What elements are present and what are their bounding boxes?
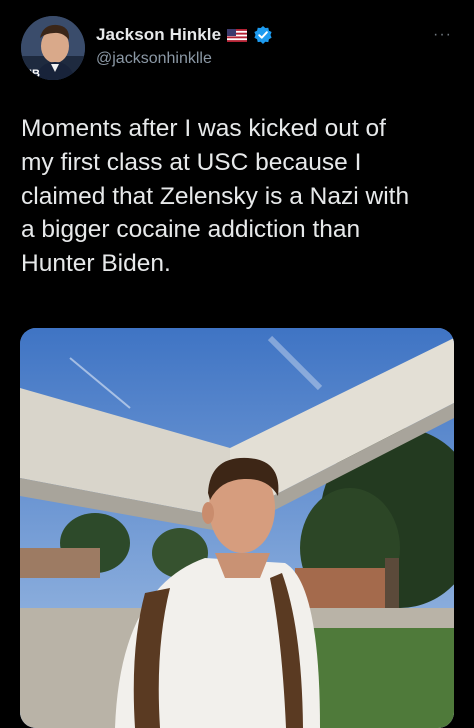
name-row: Jackson Hinkle [96, 25, 273, 45]
avatar-initials: HB [24, 68, 40, 80]
tweet-header: HB Jackson Hinkle @jacksonhinklle ··· [0, 0, 474, 100]
author-handle[interactable]: @jacksonhinklle [96, 50, 212, 68]
tweet-photo[interactable] [20, 328, 454, 728]
tweet-text: Moments after I was kicked out of my fir… [21, 115, 410, 278]
avatar[interactable]: HB [21, 16, 85, 80]
author-display-name[interactable]: Jackson Hinkle [96, 25, 221, 45]
verified-badge-icon [253, 25, 273, 45]
avatar-image: HB [21, 16, 85, 80]
more-options-button[interactable]: ··· [433, 26, 452, 44]
us-flag-icon [227, 28, 248, 42]
photo-scene [20, 328, 454, 728]
